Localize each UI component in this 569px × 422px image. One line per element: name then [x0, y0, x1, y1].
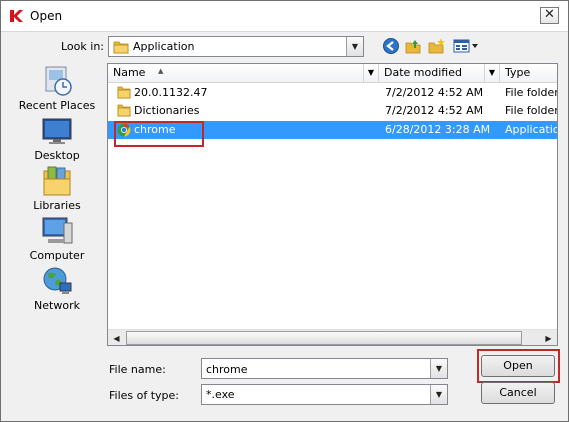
- chevron-down-icon[interactable]: ▼: [430, 385, 447, 404]
- file-type-label: Files of type:: [109, 389, 180, 402]
- back-button[interactable]: [381, 37, 401, 57]
- chrome-icon: [117, 123, 131, 140]
- close-button[interactable]: ✕: [540, 7, 559, 24]
- place-desktop[interactable]: Desktop: [11, 117, 103, 162]
- up-folder-icon: [405, 40, 421, 54]
- cancel-button[interactable]: Cancel: [481, 382, 555, 404]
- file-type: Application: [505, 123, 557, 136]
- file-date: 7/2/2012 4:52 AM: [385, 104, 484, 117]
- file-list[interactable]: Name ▲ ▼ Date modified ▼ Type 20.0.1132.…: [107, 63, 558, 346]
- file-name-combo[interactable]: ▼: [201, 358, 448, 379]
- horizontal-scrollbar[interactable]: ◀ ▶: [108, 329, 557, 345]
- column-header-label: Name: [113, 66, 146, 79]
- up-folder-button[interactable]: [404, 37, 424, 57]
- view-menu-button[interactable]: [452, 37, 480, 57]
- place-label: Recent Places: [18, 99, 96, 112]
- place-libraries[interactable]: Libraries: [11, 165, 103, 212]
- network-icon: [43, 267, 72, 294]
- place-label: Desktop: [34, 149, 80, 162]
- look-in-combo[interactable]: Application ▼: [108, 36, 364, 57]
- file-type: File folder: [505, 104, 558, 117]
- recent-places-icon: [45, 66, 72, 96]
- computer-icon: [42, 217, 73, 244]
- open-button[interactable]: Open: [481, 355, 555, 377]
- file-row-selected[interactable]: chrome 6/28/2012 3:28 AM Application: [108, 121, 557, 140]
- new-folder-icon: [428, 38, 445, 54]
- open-dialog: Open ✕ Look in: Application ▼ Recent Pla…: [0, 0, 569, 422]
- file-row[interactable]: Dictionaries 7/2/2012 4:52 AM File folde…: [108, 102, 558, 120]
- folder-icon: [117, 86, 131, 102]
- place-label: Network: [34, 299, 80, 312]
- file-type-value: *.exe: [206, 388, 235, 401]
- view-menu-icon: [453, 39, 478, 53]
- desktop-icon: [42, 118, 72, 144]
- file-name-input[interactable]: [204, 360, 430, 379]
- folder-icon: [113, 40, 129, 57]
- back-arrow-icon: [383, 38, 399, 54]
- look-in-label: Look in:: [61, 40, 104, 53]
- app-logo-icon: [8, 8, 24, 24]
- scrollbar-thumb[interactable]: [126, 331, 522, 345]
- file-row[interactable]: 20.0.1132.47 7/2/2012 4:52 AM File folde…: [108, 84, 558, 102]
- file-date: 6/28/2012 3:28 AM: [385, 123, 491, 136]
- folder-icon: [117, 104, 131, 120]
- libraries-icon: [43, 166, 71, 196]
- column-header-label: Type: [505, 66, 531, 79]
- file-name-label: File name:: [109, 363, 166, 376]
- window-title: Open: [30, 9, 63, 23]
- file-name: Dictionaries: [134, 104, 200, 117]
- column-header-type[interactable]: Type: [500, 64, 557, 83]
- place-label: Computer: [29, 249, 85, 262]
- place-network[interactable]: Network: [11, 265, 103, 312]
- scroll-right-icon[interactable]: ▶: [540, 330, 557, 345]
- column-header-name[interactable]: Name ▲ ▼: [108, 64, 379, 83]
- chevron-down-icon[interactable]: ▼: [484, 64, 499, 82]
- place-recent-places[interactable]: Recent Places: [11, 65, 103, 112]
- chevron-down-icon[interactable]: ▼: [430, 359, 447, 378]
- places-bar: Recent Places Desktop Libraries Computer…: [11, 63, 103, 353]
- file-date: 7/2/2012 4:52 AM: [385, 86, 484, 99]
- sort-ascending-icon: ▲: [158, 67, 164, 75]
- new-folder-button[interactable]: [427, 37, 447, 57]
- scroll-left-icon[interactable]: ◀: [108, 330, 125, 345]
- place-computer[interactable]: Computer: [11, 215, 103, 262]
- close-icon: ✕: [544, 7, 555, 22]
- file-type-select[interactable]: *.exe ▼: [201, 384, 448, 405]
- column-header-date[interactable]: Date modified ▼: [379, 64, 500, 83]
- place-label: Libraries: [33, 199, 81, 212]
- column-header-label: Date modified: [384, 66, 462, 79]
- look-in-value: Application: [133, 40, 195, 53]
- file-type: File folder: [505, 86, 558, 99]
- chevron-down-icon[interactable]: ▼: [363, 64, 378, 82]
- title-bar: Open ✕: [1, 1, 568, 32]
- file-name: 20.0.1132.47: [134, 86, 208, 99]
- chevron-down-icon[interactable]: ▼: [346, 37, 363, 56]
- file-name: chrome: [134, 123, 176, 136]
